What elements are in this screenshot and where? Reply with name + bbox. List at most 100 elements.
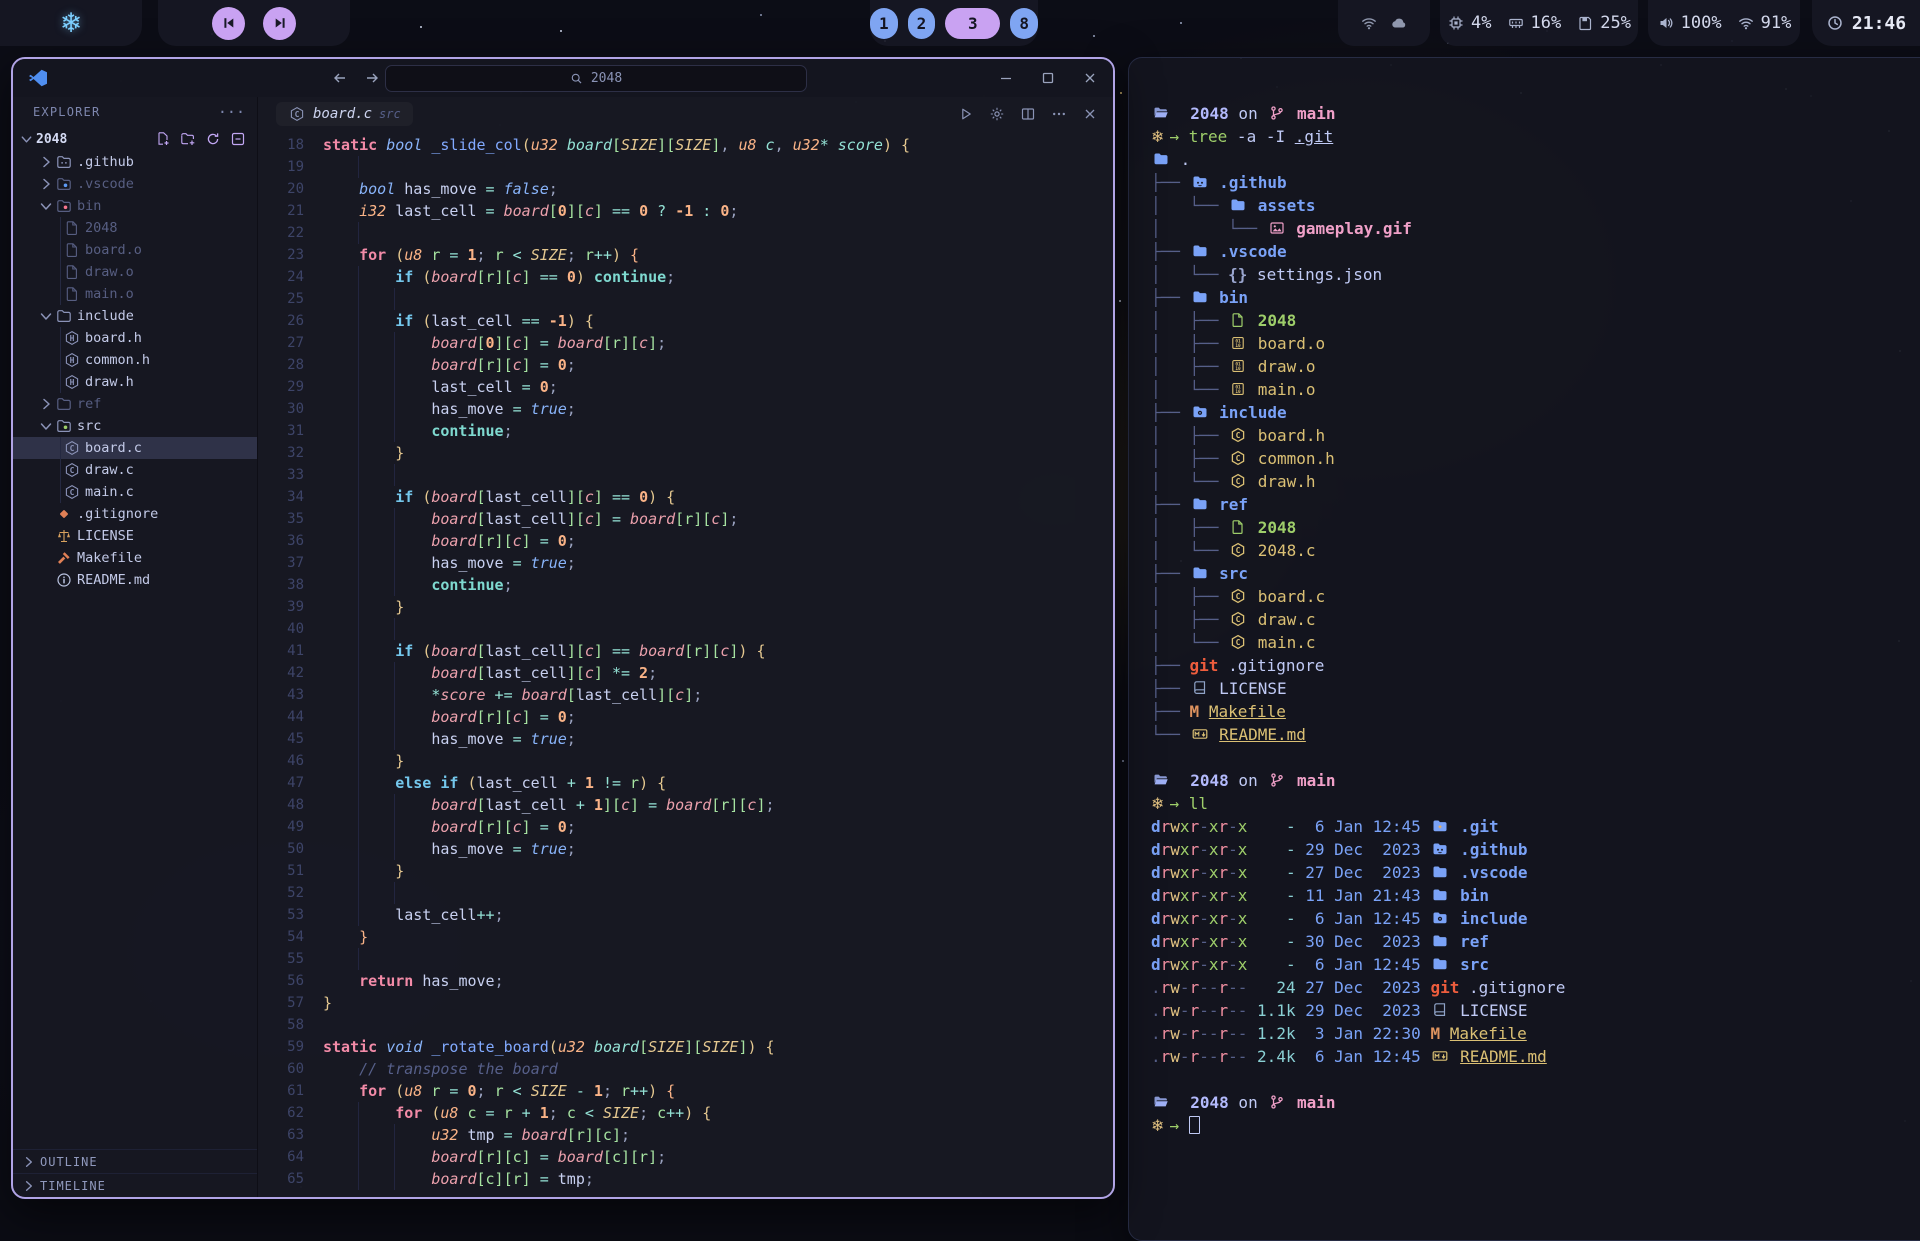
terminal-line: drwxr-xr-x - 6 Jan 12:45 .git — [1151, 815, 1920, 838]
chevron-spacer — [37, 550, 54, 566]
terminal-line: │ ├── C draw.c — [1151, 608, 1920, 631]
chevron-right-icon[interactable] — [37, 176, 54, 192]
fdo-icon — [1151, 772, 1171, 789]
folder-github-icon — [54, 154, 73, 170]
ffile-icon — [1228, 312, 1248, 329]
run-icon[interactable] — [957, 106, 975, 122]
close-icon[interactable] — [1081, 70, 1099, 86]
explorer-item-.vscode[interactable]: .vscode — [13, 173, 257, 195]
explorer-item-bin[interactable]: bin — [13, 195, 257, 217]
media-previous-button[interactable] — [212, 7, 245, 40]
hexh-icon: H — [62, 374, 81, 390]
explorer-item-draw.o[interactable]: draw.o — [13, 261, 257, 283]
explorer-item-.gitignore[interactable]: .gitignore — [13, 503, 257, 525]
cloud-icon — [1390, 15, 1408, 31]
fgear-icon — [1190, 404, 1210, 421]
command-center-search[interactable]: 2048 — [385, 65, 807, 92]
bar-system-stats-module[interactable]: 4% 16% 25% — [1440, 0, 1638, 46]
cpu-value: 4% — [1471, 13, 1491, 33]
binary-icon: 0110 — [1228, 381, 1248, 398]
explorer-item-2048[interactable]: 2048 — [13, 217, 257, 239]
workspace-8[interactable]: 8 — [1010, 8, 1038, 39]
workspace-3-active[interactable]: 3 — [945, 8, 1000, 39]
chevron-down-icon[interactable] — [37, 308, 54, 324]
folder-src-icon — [54, 418, 73, 434]
chevron-right-icon[interactable] — [37, 154, 54, 170]
timeline-section[interactable]: TIMELINE — [13, 1173, 257, 1197]
chevron-down-icon[interactable] — [37, 418, 54, 434]
code-line-44: 44board[r][c] = 0; — [258, 706, 1113, 728]
explorer-item-LICENSE[interactable]: LICENSE — [13, 525, 257, 547]
terminal-line: │ └── 0110 main.o — [1151, 378, 1920, 401]
tab-board-c[interactable]: C board.c src — [276, 102, 413, 126]
outline-section[interactable]: OUTLINE — [13, 1149, 257, 1173]
workspace-1[interactable]: 1 — [870, 8, 898, 39]
svg-text:10: 10 — [1235, 343, 1241, 349]
code-line-55: 55 — [258, 948, 1113, 970]
explorer-item-include[interactable]: include — [13, 305, 257, 327]
explorer-item-src[interactable]: src — [13, 415, 257, 437]
explorer-item-main.o[interactable]: main.o — [13, 283, 257, 305]
media-next-button[interactable] — [263, 7, 296, 40]
explorer-section-row[interactable]: 2048 — [13, 127, 257, 151]
explorer-item-label: main.o — [85, 286, 134, 302]
new-file-icon[interactable] — [154, 131, 172, 147]
refresh-icon[interactable] — [204, 131, 222, 147]
wifi-icon — [1360, 15, 1378, 31]
bar-logo-module[interactable]: ❄ — [0, 0, 142, 46]
workspace-switcher: 1238 — [870, 0, 1038, 46]
line-number: 43 — [258, 684, 323, 706]
chex-icon: C — [1228, 450, 1248, 467]
chevron-right-icon[interactable] — [37, 396, 54, 412]
vscode-titlebar[interactable]: 2048 — [13, 59, 1113, 97]
chex-icon: C — [1228, 634, 1248, 651]
new-folder-icon[interactable] — [179, 131, 197, 147]
bar-volume-network-module[interactable]: 100% 91% — [1648, 0, 1800, 46]
terminal-window[interactable]: 2048 on main❄ → tree -a -I .git .├── .gi… — [1128, 57, 1920, 1241]
explorer-item-board.h[interactable]: Hboard.h — [13, 327, 257, 349]
fd-icon — [1430, 933, 1450, 950]
explorer-item-Makefile[interactable]: Makefile — [13, 547, 257, 569]
explorer-item-board.o[interactable]: board.o — [13, 239, 257, 261]
book-icon — [1190, 680, 1210, 697]
terminal-line: .rw-r--r-- 1.1k 29 Dec 2023 LICENSE — [1151, 999, 1920, 1022]
explorer-item-common.h[interactable]: Hcommon.h — [13, 349, 257, 371]
line-number: 49 — [258, 816, 323, 838]
explorer-item-draw.c[interactable]: Cdraw.c — [13, 459, 257, 481]
back-arrow-icon[interactable] — [331, 70, 349, 86]
line-number: 61 — [258, 1080, 323, 1102]
workspace-2[interactable]: 2 — [908, 8, 936, 39]
wifi-signal-icon — [1737, 15, 1755, 31]
chevron-down-icon[interactable] — [37, 198, 54, 214]
terminal-line — [1151, 746, 1920, 769]
collapse-all-icon[interactable] — [229, 131, 247, 147]
cpu-icon — [1447, 15, 1465, 31]
explorer-menu-button[interactable]: ··· — [218, 103, 245, 121]
bar-network-module[interactable] — [1338, 0, 1430, 46]
desktop: ❄ 1238 4% 16% 25% 100% 91% 21:46 — [0, 0, 1920, 1200]
terminal-line: │ └── {} settings.json — [1151, 263, 1920, 286]
maximize-icon[interactable] — [1039, 70, 1057, 86]
terminal-line: ❄ → ll — [1151, 792, 1920, 815]
line-number: 57 — [258, 992, 323, 1014]
bar-clock-module[interactable]: 21:46 — [1812, 0, 1920, 46]
svg-text:C: C — [1236, 454, 1241, 463]
close-editor-icon[interactable] — [1081, 106, 1099, 122]
more-actions-icon[interactable] — [1050, 106, 1068, 122]
explorer-item-label: board.h — [85, 330, 142, 346]
explorer-item-draw.h[interactable]: Hdraw.h — [13, 371, 257, 393]
line-number: 42 — [258, 662, 323, 684]
gear-icon[interactable] — [988, 106, 1006, 122]
code-editor[interactable]: 18static bool _slide_col(u32 board[SIZE]… — [258, 131, 1113, 1197]
split-editor-icon[interactable] — [1019, 106, 1037, 122]
explorer-item-ref[interactable]: ref — [13, 393, 257, 415]
line-number: 55 — [258, 948, 323, 970]
explorer-item-main.c[interactable]: Cmain.c — [13, 481, 257, 503]
skip-back-icon — [220, 15, 238, 31]
forward-arrow-icon[interactable] — [363, 70, 381, 86]
explorer-item-board.c[interactable]: Cboard.c — [13, 437, 257, 459]
explorer-item-README.md[interactable]: README.md — [13, 569, 257, 591]
minimize-icon[interactable] — [997, 70, 1015, 86]
line-number: 33 — [258, 464, 323, 486]
explorer-item-.github[interactable]: .github — [13, 151, 257, 173]
